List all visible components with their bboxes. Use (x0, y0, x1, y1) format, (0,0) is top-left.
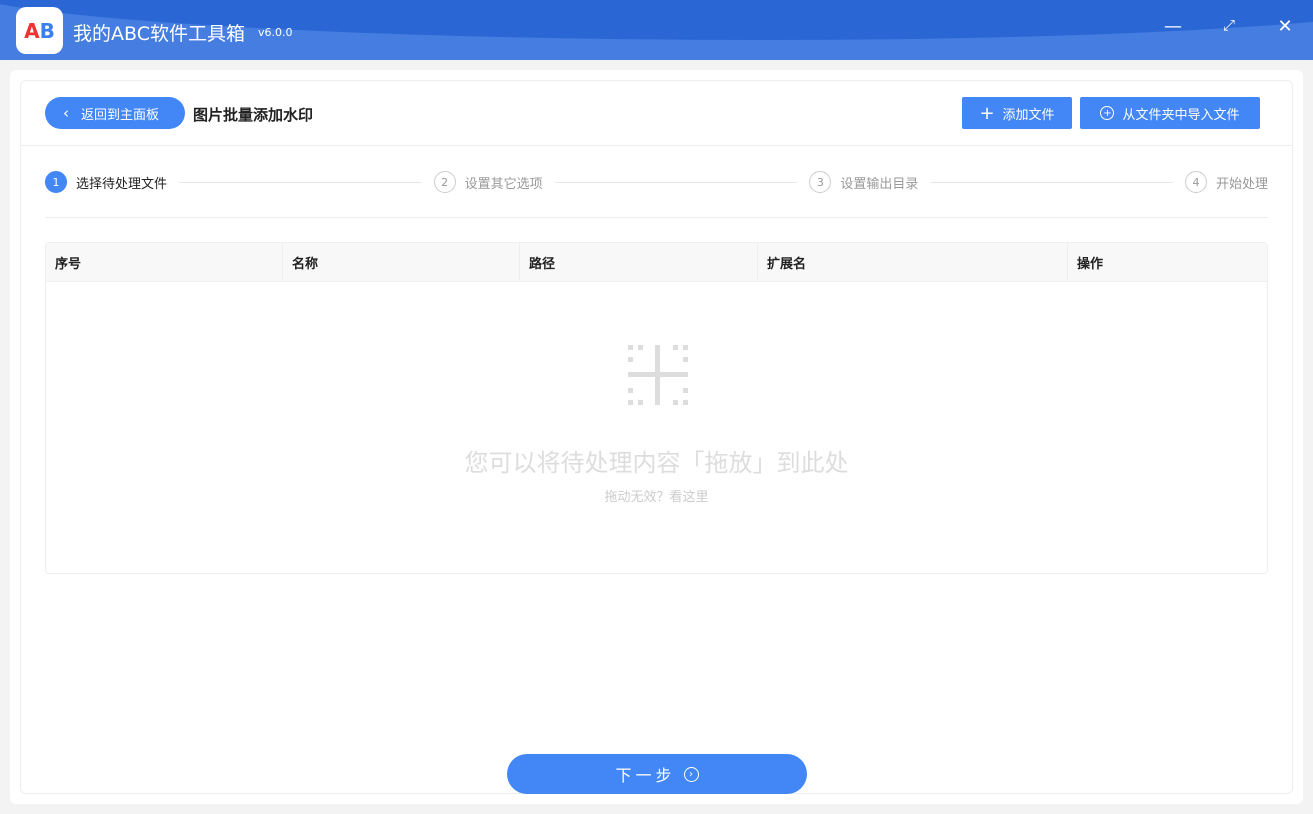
step-connector (554, 181, 798, 183)
step-connector (930, 181, 1173, 183)
app-logo: AB (16, 7, 63, 54)
column-index: 序号 (46, 243, 283, 281)
drop-zone-icon (628, 345, 688, 405)
divider (21, 145, 1292, 146)
file-table[interactable]: 序号 名称 路径 扩展名 操作 您可以将待处理内容「拖放」到此处 拖动无效？看这… (45, 242, 1268, 574)
close-icon[interactable]: ✕ (1273, 16, 1297, 37)
stepper: 1 选择待处理文件 2 设置其它选项 3 设置输出目录 4 开始处理 (45, 170, 1268, 194)
step-4: 4 开始处理 (1184, 171, 1268, 193)
drag-help-link[interactable]: 拖动无效？看这里 (46, 486, 1267, 505)
app-title: 我的ABC软件工具箱 (73, 23, 245, 45)
column-actions: 操作 (1077, 256, 1104, 272)
app-version: v6.0.0 (258, 26, 293, 39)
table-header: 序号 名称 路径 扩展名 操作 (46, 243, 1267, 282)
minimize-icon[interactable]: — (1161, 16, 1185, 37)
step-number: 4 (1184, 171, 1207, 193)
import-folder-label: 从文件夹中导入文件 (1122, 107, 1240, 123)
add-file-button[interactable]: + 添加文件 (962, 97, 1072, 129)
step-label: 设置其它选项 (464, 176, 543, 192)
step-number: 1 (45, 171, 67, 193)
back-label: 返回到主面板 (81, 107, 160, 123)
drop-zone-message: 您可以将待处理内容「拖放」到此处 (464, 449, 849, 477)
step-label: 开始处理 (1215, 176, 1268, 192)
next-label: 下一步 (615, 766, 676, 785)
import-folder-button[interactable]: + 从文件夹中导入文件 (1080, 97, 1260, 129)
page-title: 图片批量添加水印 (193, 106, 314, 124)
step-label: 设置输出目录 (840, 176, 919, 192)
step-number: 2 (433, 171, 456, 193)
divider (45, 217, 1268, 218)
step-connector (179, 181, 422, 183)
maximize-icon[interactable]: ⤢ (1217, 16, 1241, 34)
step-label: 选择待处理文件 (76, 176, 168, 192)
add-file-label: 添加文件 (1002, 107, 1055, 123)
next-step-button[interactable]: 下一步 › (507, 754, 807, 794)
step-3: 3 设置输出目录 (809, 171, 918, 193)
chevron-right-circle-icon: › (683, 766, 699, 782)
plus-circle-icon: + (1100, 106, 1115, 120)
plus-icon: + (979, 102, 995, 124)
back-to-home-button[interactable]: ‹ 返回到主面板 (45, 97, 185, 129)
title-bar: AB 我的ABC软件工具箱 v6.0.0 — ⤢ ✕ (0, 0, 1313, 60)
column-name: 名称 (283, 243, 520, 281)
column-path: 路径 (520, 243, 758, 281)
column-extension: 扩展名 (758, 243, 1068, 281)
step-2: 2 设置其它选项 (433, 171, 543, 193)
step-number: 3 (809, 171, 832, 193)
step-1: 1 选择待处理文件 (45, 171, 167, 193)
chevron-left-icon: ‹ (63, 104, 69, 122)
